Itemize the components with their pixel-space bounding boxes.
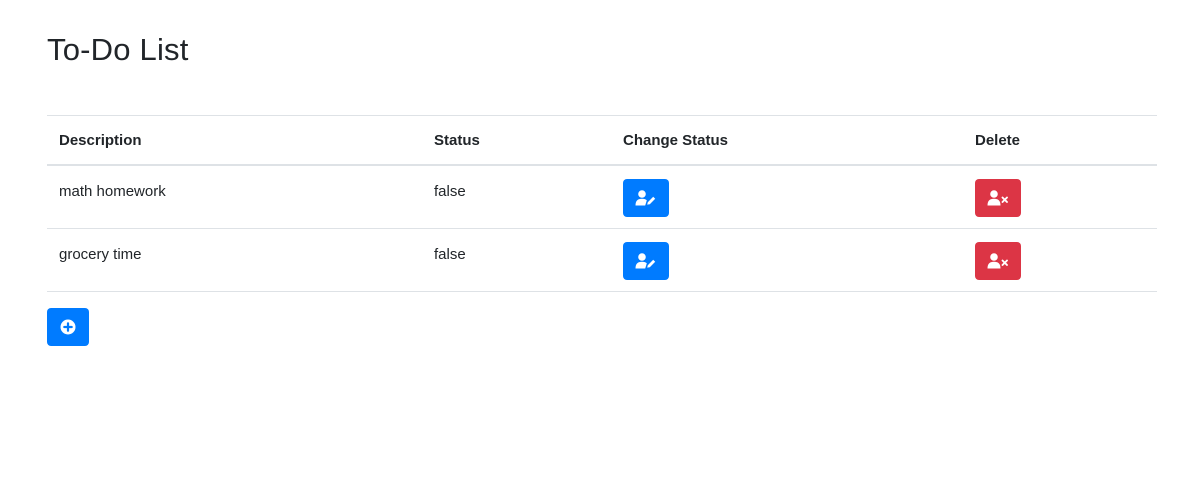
status-cell: false	[422, 165, 611, 229]
header-status: Status	[422, 115, 611, 166]
todo-description: grocery time	[59, 246, 142, 263]
table-header-row: Description Status Change Status Delete	[47, 115, 1157, 166]
table-row: math homework false	[47, 165, 1157, 229]
description-cell: grocery time	[47, 228, 422, 292]
header-description: Description	[47, 115, 422, 166]
page-title: To-Do List	[47, 32, 189, 67]
delete-button[interactable]	[975, 179, 1021, 217]
user-times-icon	[987, 190, 1008, 206]
user-times-icon	[987, 253, 1008, 269]
user-edit-icon	[635, 190, 656, 206]
delete-cell	[963, 228, 1157, 292]
add-todo-button[interactable]	[47, 308, 89, 346]
user-edit-icon	[635, 253, 656, 269]
change-status-cell	[611, 165, 963, 229]
plus-circle-icon	[60, 319, 76, 335]
header-delete: Delete	[963, 115, 1157, 166]
change-status-cell	[611, 228, 963, 292]
delete-button[interactable]	[975, 242, 1021, 280]
todo-status: false	[434, 183, 466, 200]
status-cell: false	[422, 228, 611, 292]
table-row: grocery time false	[47, 228, 1157, 292]
todo-status: false	[434, 246, 466, 263]
change-status-button[interactable]	[623, 242, 669, 280]
delete-cell	[963, 165, 1157, 229]
todo-description: math homework	[59, 183, 166, 200]
change-status-button[interactable]	[623, 179, 669, 217]
description-cell: math homework	[47, 165, 422, 229]
header-change-status: Change Status	[611, 115, 963, 166]
todo-table: Description Status Change Status Delete …	[47, 115, 1157, 292]
